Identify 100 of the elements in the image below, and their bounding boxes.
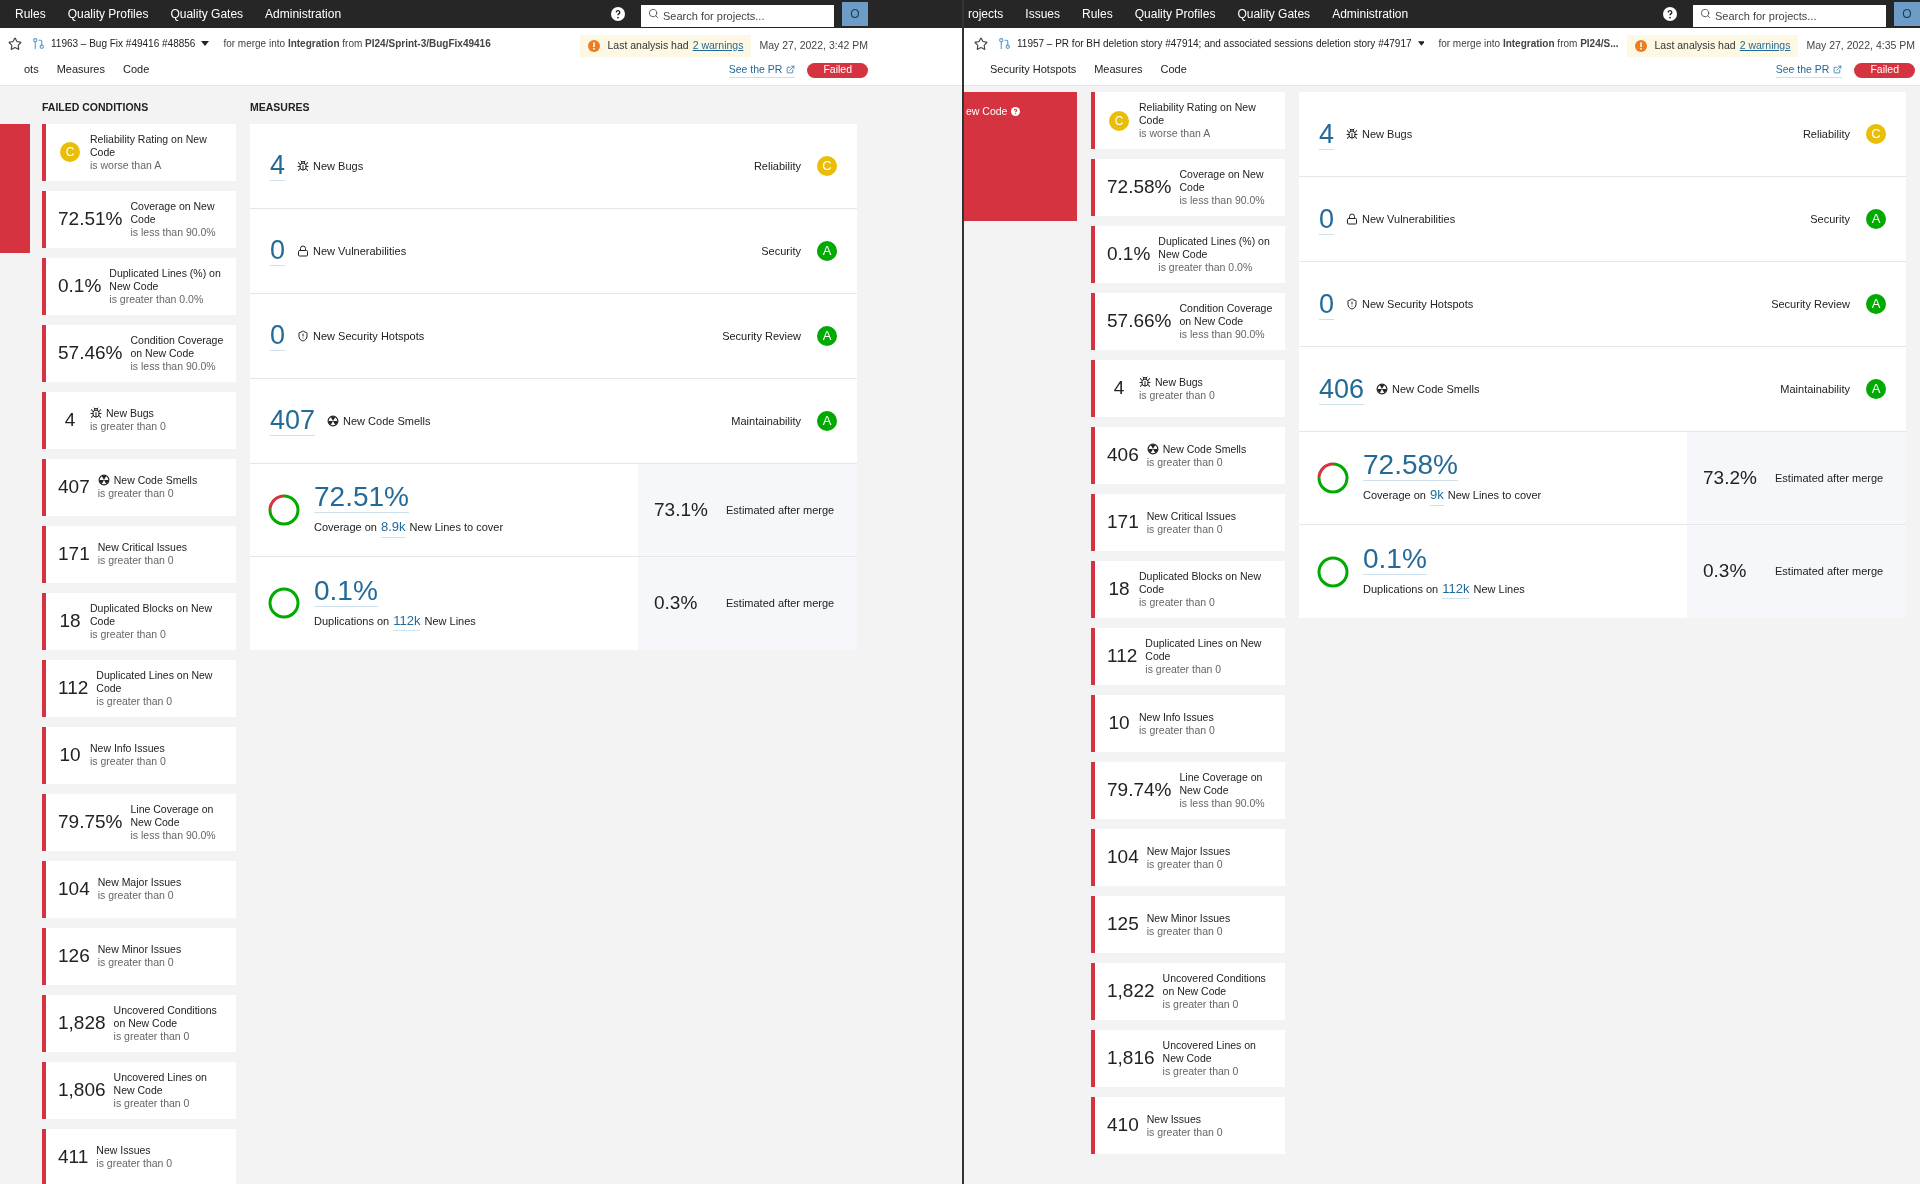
measure-value[interactable]: 406 xyxy=(1319,373,1365,405)
condition-label: New Info Issues xyxy=(1139,710,1214,724)
condition-threshold: is greater than 0 xyxy=(1145,663,1223,676)
nav-link[interactable]: Rules xyxy=(15,5,46,23)
condition-threshold: is less than 90.0% xyxy=(130,225,217,239)
measure-value[interactable]: 0 xyxy=(270,235,286,267)
condition-label: New Code Smells xyxy=(1162,442,1247,456)
nav-link[interactable]: Rules xyxy=(1082,5,1113,23)
condition-threshold: is greater than 0.0% xyxy=(109,292,205,306)
estimate-label: Estimated after merge xyxy=(1775,564,1884,580)
nav-link[interactable]: Administration xyxy=(265,5,342,23)
nav-tab[interactable]: ots xyxy=(24,60,39,77)
rating-badge: C xyxy=(60,142,80,163)
rating-badge: A xyxy=(1866,294,1886,314)
lock-icon xyxy=(297,244,310,257)
nav-link[interactable]: Quality Gates xyxy=(170,5,244,23)
ratio-value[interactable]: 72.58% xyxy=(1363,450,1458,482)
star-icon[interactable] xyxy=(8,36,22,51)
condition-value: 171 xyxy=(57,542,91,566)
caret-icon[interactable] xyxy=(201,41,210,46)
help-icon[interactable] xyxy=(1663,7,1677,21)
user-avatar[interactable]: O xyxy=(842,2,868,26)
measure-value[interactable]: 4 xyxy=(1319,118,1335,150)
condition-value: 126 xyxy=(57,944,91,968)
condition-label: New Critical Issues xyxy=(97,541,187,555)
see-pr-link[interactable]: See the PR xyxy=(728,61,796,79)
condition-label: Uncovered Conditions on New Code xyxy=(113,1003,218,1030)
lines-link[interactable]: 112k xyxy=(1442,578,1470,600)
measure-label: New Security Hotspots xyxy=(1362,296,1474,312)
ratio-value[interactable]: 0.1% xyxy=(314,575,378,607)
estimate-value: 73.1% xyxy=(654,497,709,522)
search-field[interactable]: Search for projects... xyxy=(1693,5,1886,27)
user-avatar[interactable]: O xyxy=(1894,2,1920,26)
measure-value[interactable]: 0 xyxy=(1319,288,1335,320)
lines-link[interactable]: 8.9k xyxy=(381,517,406,538)
ratio-value[interactable]: 72.51% xyxy=(314,482,409,513)
bug-icon xyxy=(1346,128,1359,140)
nav-tab[interactable]: Code xyxy=(123,60,150,77)
rating-badge: A xyxy=(817,410,837,431)
warning-text: Last analysis had xyxy=(607,37,689,53)
condition-label: Uncovered Lines on New Code xyxy=(113,1070,208,1097)
search-field[interactable]: Search for projects... xyxy=(641,5,834,27)
warnings-link[interactable]: 2 warnings xyxy=(1739,37,1791,54)
lines-link[interactable]: 9k xyxy=(1430,485,1444,506)
condition-value: 1,816 xyxy=(1106,1046,1156,1071)
condition-value: 72.51% xyxy=(57,207,124,231)
nav-tab[interactable]: Security Hotspots xyxy=(990,60,1077,77)
ratio-value[interactable]: 0.1% xyxy=(1363,543,1427,575)
estimate-label: Estimated after merge xyxy=(1775,470,1884,486)
rating-badge: C xyxy=(817,155,837,176)
measure-value[interactable]: 0 xyxy=(270,320,286,352)
condition-value: 406 xyxy=(1106,443,1140,468)
merge-info: for merge into Integration from PI24/Sprint-3/BugFix49416 xyxy=(223,37,491,51)
condition-value: 57.46% xyxy=(57,341,124,365)
caret-icon[interactable] xyxy=(1417,41,1425,46)
external-link-icon xyxy=(786,65,796,74)
condition-value: 1,822 xyxy=(1106,979,1156,1004)
see-pr-link[interactable]: See the PR xyxy=(1775,61,1843,79)
nav-tab[interactable]: Measures xyxy=(1094,60,1143,77)
condition-label: Duplicated Blocks on New Code xyxy=(1139,570,1262,596)
condition-label: New Info Issues xyxy=(90,742,165,756)
star-icon[interactable] xyxy=(974,36,988,51)
nav-link[interactable]: rojects xyxy=(968,5,1004,23)
pull-request-icon xyxy=(32,37,45,50)
pull-request-title[interactable]: 11963 – Bug Fix #49416 #48856 xyxy=(51,36,196,51)
condition-label: New Critical Issues xyxy=(1146,509,1236,523)
code-smell-icon xyxy=(1376,383,1389,395)
condition-threshold: is less than 90.0% xyxy=(1179,328,1266,341)
condition-value: 125 xyxy=(1106,912,1140,937)
condition-threshold: is greater than 0 xyxy=(97,554,175,568)
nav-link[interactable]: Issues xyxy=(1025,5,1061,23)
measure-value[interactable]: 407 xyxy=(270,405,316,437)
measure-value[interactable]: 0 xyxy=(1319,203,1335,235)
analysis-date: May 27, 2022, 3:42 PM xyxy=(759,37,868,53)
condition-label: Reliability Rating on New Code xyxy=(1139,101,1257,127)
nav-link[interactable]: Quality Profiles xyxy=(67,5,149,23)
ratio-prefix: Duplications on xyxy=(1363,581,1439,597)
bug-icon xyxy=(1139,375,1151,388)
condition-threshold: is greater than 0 xyxy=(90,627,167,641)
new-code-label: ew Code xyxy=(966,104,1008,119)
condition-value: 10 xyxy=(1107,711,1131,736)
pull-request-title[interactable]: 11957 – PR for BH deletion story #47914; and associated sessions deletion story #47917 xyxy=(1017,36,1412,51)
nav-tab[interactable]: Measures xyxy=(56,60,105,77)
measure-value[interactable]: 4 xyxy=(270,150,286,182)
condition-threshold: is less than 90.0% xyxy=(1179,797,1266,810)
lines-link[interactable]: 112k xyxy=(393,610,421,631)
condition-value: 112 xyxy=(57,676,90,700)
nav-link[interactable]: Quality Gates xyxy=(1237,5,1311,23)
nav-link[interactable]: Administration xyxy=(1332,5,1409,23)
ratio-prefix: Coverage on xyxy=(1363,488,1426,504)
warning-icon xyxy=(1634,39,1647,52)
help-icon[interactable] xyxy=(611,7,625,21)
condition-threshold: is greater than 0 xyxy=(90,755,166,769)
condition-threshold: is greater than 0 xyxy=(1146,857,1224,871)
domain-label: Security Review xyxy=(722,328,801,344)
warnings-link[interactable]: 2 warnings xyxy=(692,37,744,54)
nav-tab[interactable]: Code xyxy=(1160,60,1187,77)
nav-link[interactable]: Quality Profiles xyxy=(1134,5,1216,23)
ratio-suffix: New Lines xyxy=(424,613,476,629)
rating-badge: A xyxy=(817,240,837,261)
